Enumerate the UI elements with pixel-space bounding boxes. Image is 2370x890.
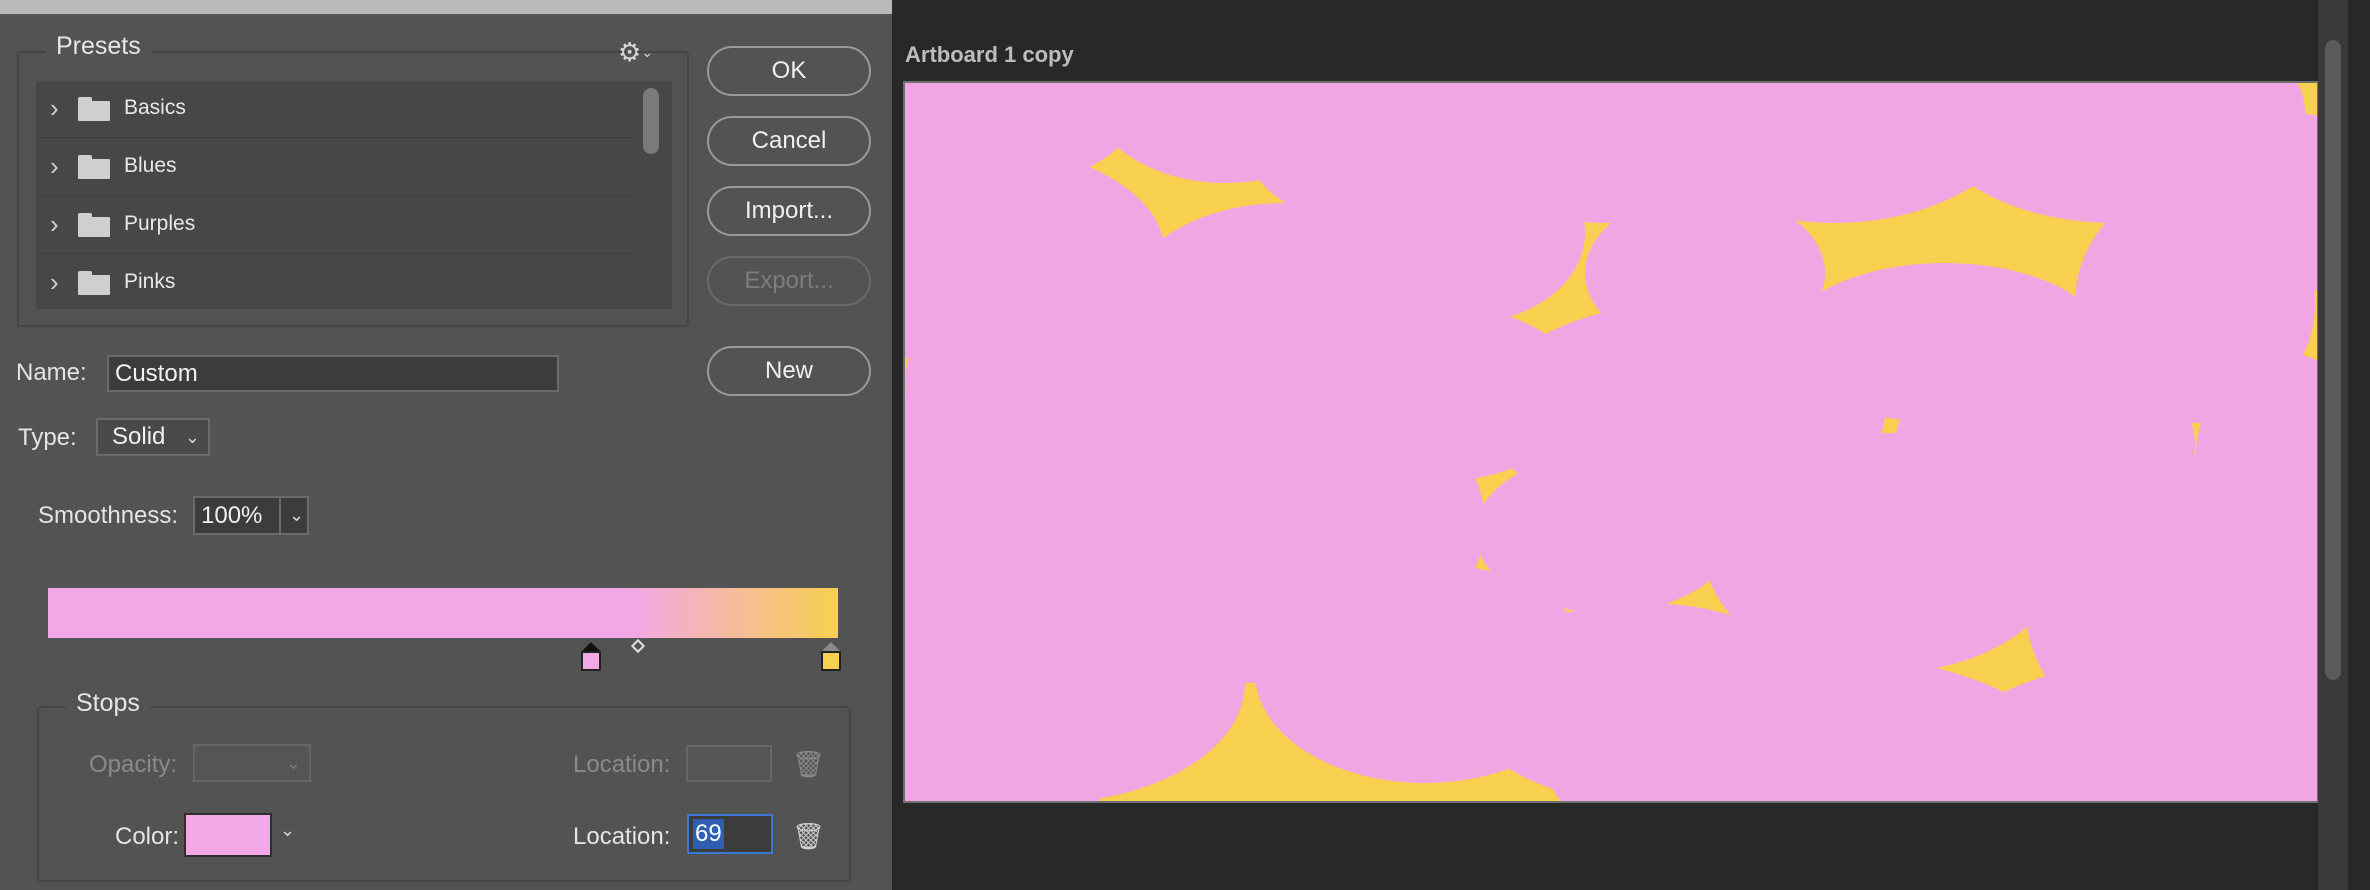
presets-legend: Presets: [46, 32, 151, 61]
chevron-right-icon[interactable]: ›: [50, 267, 59, 297]
chevron-down-icon[interactable]: ⌄: [289, 498, 304, 533]
preset-folder-label: Purples: [124, 212, 196, 235]
gradient-bar[interactable]: [48, 588, 838, 638]
chevron-right-icon[interactable]: ›: [50, 209, 59, 239]
gear-icon[interactable]: ⚙⌄: [618, 38, 653, 66]
artboard-canvas[interactable]: [903, 81, 2319, 803]
preset-folder-label: Basics: [124, 96, 186, 119]
type-select-value: Solid: [112, 423, 166, 450]
chevron-right-icon[interactable]: ›: [50, 93, 59, 123]
smoothness-label: Smoothness:: [38, 502, 179, 529]
color-stop-pink[interactable]: [581, 642, 601, 671]
chevron-down-icon: ⌄: [184, 427, 200, 447]
export-button[interactable]: Export...: [707, 256, 871, 306]
smoothness-input[interactable]: 100% ⌄: [193, 496, 309, 535]
canvas-scrollbar-thumb[interactable]: [2325, 40, 2341, 680]
cancel-button[interactable]: Cancel: [707, 116, 871, 166]
opacity-location-input[interactable]: [686, 745, 772, 782]
stops-group: [37, 706, 851, 882]
folder-icon: [78, 213, 110, 237]
stop-swatch: [581, 651, 601, 671]
opacity-location-label: Location:: [573, 751, 671, 778]
name-input[interactable]: Custom: [107, 355, 559, 392]
opacity-label: Opacity:: [89, 751, 178, 778]
artboard-artwork: [905, 83, 2317, 801]
smoothness-value: 100%: [201, 502, 263, 529]
stop-swatch: [821, 651, 841, 671]
folder-icon: [78, 97, 110, 121]
folder-icon: [78, 155, 110, 179]
preset-folder-pinks[interactable]: › Pinks: [36, 255, 636, 309]
preset-folder-purples[interactable]: › Purples: [36, 197, 636, 254]
preset-scrollbar-thumb[interactable]: [643, 88, 659, 154]
chevron-down-icon: ⌄: [285, 753, 301, 773]
preset-list: › Basics › Blues › Purples › Pinks: [36, 81, 672, 309]
chevron-right-icon[interactable]: ›: [50, 151, 59, 181]
dialog-title-bar[interactable]: [0, 0, 892, 14]
ok-button[interactable]: OK: [707, 46, 871, 96]
stop-color-swatch[interactable]: [184, 813, 272, 857]
stops-legend: Stops: [66, 689, 150, 718]
preset-folder-label: Blues: [124, 154, 177, 177]
new-button[interactable]: New: [707, 346, 871, 396]
type-label: Type:: [18, 424, 77, 451]
opacity-select[interactable]: ⌄: [193, 744, 311, 782]
trash-icon[interactable]: 🗑: [792, 822, 825, 850]
folder-icon: [78, 271, 110, 295]
type-select[interactable]: Solid ⌄: [96, 418, 210, 456]
trash-icon[interactable]: 🗑: [792, 750, 825, 778]
preset-folder-label: Pinks: [124, 270, 176, 293]
color-location-value: 69: [693, 819, 724, 849]
color-label: Color:: [115, 823, 180, 850]
import-button[interactable]: Import...: [707, 186, 871, 236]
color-location-label: Location:: [573, 823, 671, 850]
color-location-input[interactable]: 69: [687, 814, 773, 854]
artboard-title: Artboard 1 copy: [905, 42, 1074, 67]
preset-folder-basics[interactable]: › Basics: [36, 81, 636, 138]
preset-folder-blues[interactable]: › Blues: [36, 139, 636, 196]
chevron-down-icon[interactable]: ⌄: [280, 820, 295, 841]
smoothness-divider: [279, 498, 281, 533]
name-label: Name:: [16, 359, 87, 386]
color-stop-yellow[interactable]: [821, 642, 841, 671]
